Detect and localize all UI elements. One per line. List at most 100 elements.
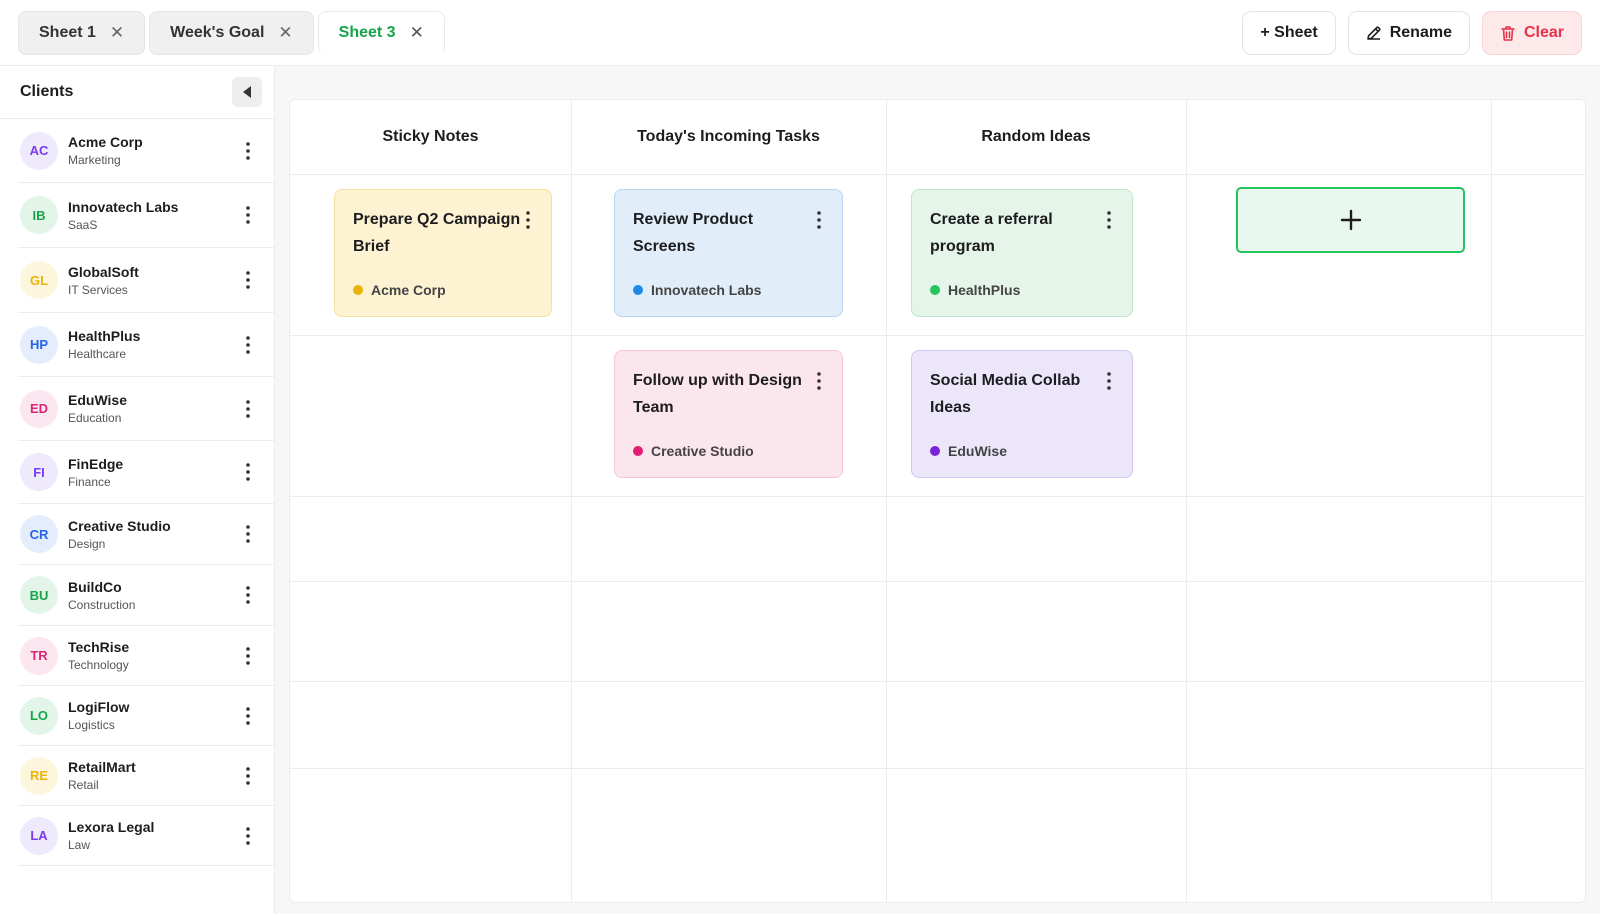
- client-item[interactable]: LA Lexora Legal Law: [18, 806, 275, 866]
- close-icon[interactable]: ✕: [278, 23, 292, 43]
- client-avatar: LO: [20, 696, 58, 735]
- close-icon[interactable]: ✕: [110, 23, 124, 43]
- tab-label: Sheet 3: [338, 24, 396, 41]
- task-card[interactable]: Follow up with Design Team Creative Studi…: [614, 350, 843, 478]
- column-header[interactable]: Random Ideas: [886, 100, 1186, 174]
- more-vertical-icon[interactable]: [243, 462, 253, 482]
- card-client-name: Innovatech Labs: [651, 282, 762, 298]
- more-vertical-icon[interactable]: [523, 210, 533, 230]
- add-card-button[interactable]: [1236, 187, 1465, 253]
- task-card[interactable]: Social Media Collab Ideas EduWise: [911, 350, 1133, 478]
- client-name: BuildCo: [68, 578, 122, 595]
- client-avatar: CR: [20, 515, 58, 553]
- column-divider: [571, 100, 572, 902]
- client-avatar: HP: [20, 325, 58, 364]
- client-avatar: RE: [20, 756, 58, 795]
- sidebar-header: Clients: [0, 66, 274, 119]
- card-client-name: Acme Corp: [371, 282, 446, 298]
- sheet-tabs: Sheet 1 ✕ Week's Goal ✕ Sheet 3 ✕: [18, 11, 445, 55]
- client-color-dot: [353, 285, 363, 295]
- card-client-tag: HealthPlus: [930, 282, 1020, 298]
- more-vertical-icon[interactable]: [243, 205, 253, 225]
- client-item[interactable]: TR TechRise Technology: [18, 626, 275, 686]
- client-item[interactable]: ED EduWise Education: [18, 377, 275, 441]
- client-item[interactable]: LO LogiFlow Logistics: [18, 686, 275, 746]
- client-name: GlobalSoft: [68, 263, 139, 280]
- client-item[interactable]: BU BuildCo Construction: [18, 565, 275, 626]
- task-card[interactable]: Create a referral program HealthPlus: [911, 189, 1133, 317]
- client-category: Design: [68, 536, 106, 551]
- client-item[interactable]: IB Innovatech Labs SaaS: [18, 183, 275, 248]
- card-client-tag: Innovatech Labs: [633, 282, 761, 298]
- rename-button[interactable]: Rename: [1347, 11, 1470, 55]
- client-color-dot: [633, 446, 643, 456]
- tab-sheet-3[interactable]: Sheet 3 ✕: [317, 11, 445, 55]
- client-avatar: GL: [20, 261, 58, 299]
- client-name: Creative Studio: [68, 517, 171, 534]
- card-title: Create a referral program: [930, 211, 1053, 255]
- tab-sheet-1[interactable]: Sheet 1 ✕: [18, 11, 146, 55]
- more-vertical-icon[interactable]: [1104, 371, 1114, 391]
- rename-label: Rename: [1389, 24, 1452, 41]
- client-info: BuildCo Construction: [68, 578, 135, 613]
- task-card[interactable]: Review Product Screens Innovatech Labs: [614, 189, 843, 317]
- more-vertical-icon[interactable]: [243, 706, 253, 726]
- column-divider: [1186, 100, 1187, 902]
- client-avatar: LA: [20, 816, 58, 855]
- more-vertical-icon[interactable]: [243, 524, 253, 544]
- more-vertical-icon[interactable]: [243, 335, 253, 355]
- tab-weeks-goal[interactable]: Week's Goal ✕: [149, 11, 314, 55]
- client-item[interactable]: FI FinEdge Finance: [18, 441, 275, 504]
- pencil-icon: [1366, 25, 1382, 41]
- client-category: Construction: [68, 597, 136, 612]
- client-avatar: FI: [20, 453, 58, 491]
- more-vertical-icon[interactable]: [243, 141, 253, 161]
- tab-label: Sheet 1: [39, 24, 96, 41]
- client-category: Retail: [68, 778, 99, 792]
- client-info: Innovatech Labs SaaS: [68, 198, 178, 233]
- more-vertical-icon[interactable]: [243, 766, 253, 786]
- client-avatar: BU: [20, 576, 58, 614]
- collapse-sidebar-button[interactable]: [232, 77, 262, 107]
- toolbar-actions: + Sheet Rename Clear: [1242, 11, 1582, 55]
- client-item[interactable]: CR Creative Studio Design: [18, 504, 275, 565]
- column-header[interactable]: Today's Incoming Tasks: [571, 100, 886, 174]
- card-client-tag: Creative Studio: [633, 443, 754, 459]
- client-color-dot: [930, 285, 940, 295]
- client-item[interactable]: HP HealthPlus Healthcare: [18, 313, 275, 377]
- more-vertical-icon[interactable]: [814, 371, 824, 391]
- client-category: SaaS: [68, 217, 98, 232]
- client-category: Finance: [68, 474, 111, 489]
- close-icon[interactable]: ✕: [410, 23, 424, 43]
- client-info: HealthPlus Healthcare: [68, 327, 140, 362]
- card-title: Prepare Q2 Campaign Brief: [353, 211, 521, 255]
- more-vertical-icon[interactable]: [243, 399, 253, 419]
- column-header[interactable]: Sticky Notes: [290, 100, 571, 174]
- more-vertical-icon[interactable]: [814, 210, 824, 230]
- more-vertical-icon[interactable]: [243, 585, 253, 605]
- client-info: Lexora Legal Law: [68, 818, 154, 853]
- clear-button[interactable]: Clear: [1481, 11, 1582, 55]
- column-header[interactable]: [1186, 100, 1491, 174]
- client-avatar: ED: [20, 389, 58, 428]
- plus-icon: [1340, 209, 1361, 231]
- add-sheet-button[interactable]: + Sheet: [1242, 11, 1336, 55]
- more-vertical-icon[interactable]: [243, 646, 253, 666]
- clients-sidebar: Clients AC Acme Corp Marketing IB Innovatech…: [0, 66, 275, 914]
- client-name: RetailMart: [68, 759, 136, 775]
- task-card[interactable]: Prepare Q2 Campaign Brief Acme Corp: [334, 189, 552, 317]
- client-info: FinEdge Finance: [68, 455, 123, 490]
- more-vertical-icon[interactable]: [243, 270, 253, 290]
- row-divider: [290, 681, 1585, 682]
- more-vertical-icon[interactable]: [1104, 210, 1114, 230]
- row-divider: [290, 768, 1585, 769]
- add-sheet-label: + Sheet: [1260, 24, 1318, 41]
- client-item[interactable]: RE RetailMart Retail: [18, 746, 275, 806]
- client-info: TechRise Technology: [68, 638, 129, 673]
- client-item[interactable]: GL GlobalSoft IT Services: [18, 248, 275, 313]
- column-divider: [886, 100, 887, 902]
- client-item[interactable]: AC Acme Corp Marketing: [18, 119, 275, 183]
- client-category: Technology: [68, 658, 129, 672]
- more-vertical-icon[interactable]: [243, 826, 253, 846]
- card-client-name: HealthPlus: [948, 282, 1021, 298]
